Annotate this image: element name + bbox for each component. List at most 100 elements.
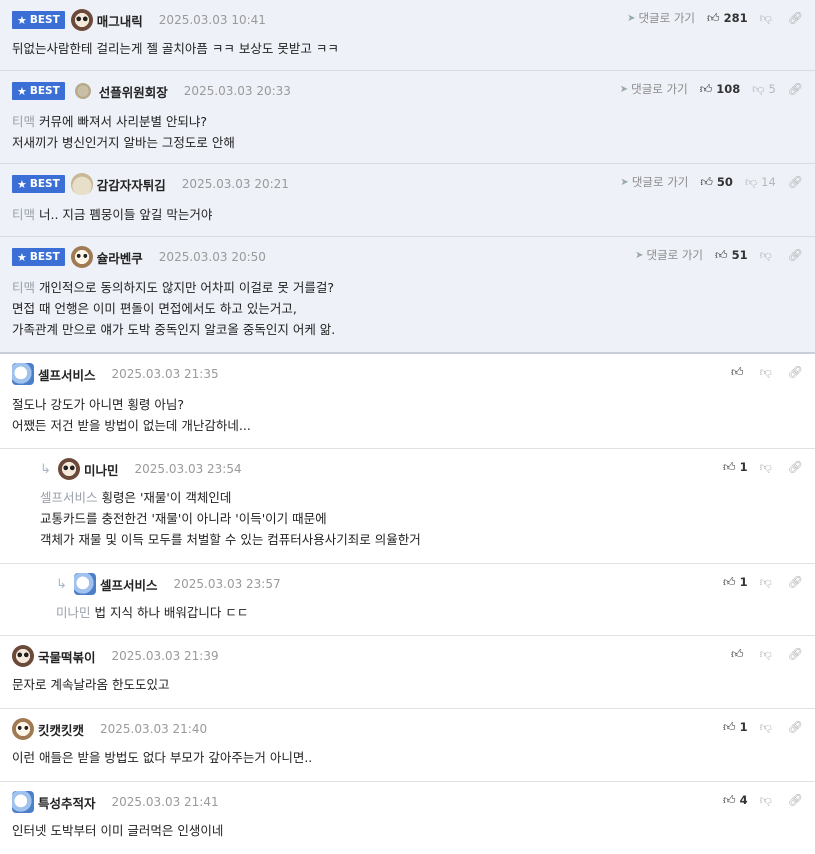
comment-text: 면접 때 언행은 이미 편돌이 면접에서도 하고 있는거고, [12,301,297,316]
nickname[interactable]: 미나민 [84,460,119,479]
comment-item: 국물떡볶이 2025.03.03 21:39 👍︎ 👎︎ 🔗︎ 문자로 계속날라옴 한도도… [0,636,815,709]
comment-date: 2025.03.03 21:41 [111,795,219,809]
best-comment: ★ BEST 매그내릭 2025.03.03 10:41 ➤ 댓글로 가기 👍︎ 281 👎︎ 🔗… [0,0,815,71]
avatar[interactable] [70,9,93,31]
goto-comment-link[interactable]: ➤ 댓글로 가기 [620,81,688,97]
link-icon[interactable]: 🔗︎ [788,175,803,189]
like-button[interactable]: 👍︎ 1 [723,460,748,475]
like-button[interactable]: 👍︎ 281 [707,11,748,26]
comment-text: 이런 애들은 받을 방법도 없다 부모가 갚아주는거 아니면.. [12,750,313,765]
thumbs-down-icon: 👎︎ [744,174,758,189]
nickname[interactable]: 특성추적자 [38,793,96,812]
comment-line: 가족관계 만으로 얘가 도박 중독인지 알코올 중독인지 어케 앎. [12,319,803,340]
dislike-button[interactable]: 👎︎ [760,720,776,735]
avatar[interactable] [70,173,93,195]
best-label: BEST [29,178,60,190]
comment-text: 횡령은 '재물'이 객체인데 [101,490,232,505]
goto-comment-link[interactable]: ➤ 댓글로 가기 [627,10,695,26]
thumbs-down-icon: 👎︎ [759,10,772,25]
like-button[interactable]: 👍︎ 1 [723,720,748,735]
comment-line: 뒤없는사람한테 걸리는게 젤 골치아픔 ㅋㅋ 보상도 못받고 ㅋㅋ [12,38,803,59]
goto-comment-link[interactable]: ➤ 댓글로 가기 [620,174,688,190]
arrow-icon: ➤ [620,176,629,188]
arrow-icon: ➤ [635,249,644,261]
link-icon[interactable]: 🔗︎ [788,793,803,807]
goto-label: 댓글로 가기 [631,175,689,189]
nickname[interactable]: 슐라벤쿠 [97,248,143,267]
comment-actions: 👍︎ 4 👎︎ 🔗︎ [723,791,803,809]
comment-text: 객체가 재물 및 이득 모두를 처벌할 수 있는 컴퓨터사용사기죄로 의율한거 [40,532,421,547]
comment-item: ↳ 미나민 2025.03.03 23:54 👍︎ 1 👎︎ 🔗︎ 셀프서비스 횡령은 '재물'… [0,449,815,564]
best-comment: ★ BEST 선플위원회장 2025.03.03 20:33 ➤ 댓글로 가기 👍︎ 108 👎… [0,71,815,164]
dislike-button[interactable]: 👎︎ [760,11,776,26]
nickname[interactable]: 국물떡볶이 [38,647,96,666]
avatar[interactable] [12,645,34,667]
dislike-button[interactable]: 👎︎ [760,248,776,263]
thumbs-up-icon: 👍︎ [700,174,713,189]
comment-text: 저새끼가 병신인거지 알바는 그정도로 안해 [12,135,235,150]
nickname[interactable]: 셀프서비스 [100,575,158,594]
comment-line: 절도나 강도가 아니면 횡령 아님? [12,394,803,415]
like-button[interactable]: 👍︎ 50 [700,175,733,190]
like-count: 1 [739,720,748,734]
comment-date: 2025.03.03 21:39 [111,649,219,663]
nickname[interactable]: 셀프서비스 [38,365,96,384]
comment-line: 저새끼가 병신인거지 알바는 그정도로 안해 [12,132,803,153]
link-icon[interactable]: 🔗︎ [788,460,803,474]
avatar[interactable] [58,458,80,480]
dislike-button[interactable]: 👎︎ 5 [752,82,776,97]
avatar[interactable] [74,573,96,595]
nickname[interactable]: 매그내릭 [97,11,143,30]
dislike-button[interactable]: 👎︎ 14 [745,175,776,190]
link-icon[interactable]: 🔗︎ [788,575,803,589]
goto-comment-link[interactable]: ➤ 댓글로 가기 [635,247,703,263]
comment-date: 2025.03.03 23:57 [173,577,281,591]
comment-line: 인터넷 도박부터 이미 글러먹은 인생이네 [12,820,803,841]
mention-tag[interactable]: 셀프서비스 [40,490,98,505]
link-icon[interactable]: 🔗︎ [788,82,803,96]
comment-text: 어쨌든 저건 받을 방법이 없는데 개난감하네... [12,418,251,433]
comment-line: 티맥 너.. 지금 폠뭉이들 앞길 막는거야 [12,204,803,225]
mention-tag[interactable]: 티맥 [12,280,35,295]
best-label: BEST [29,251,60,263]
comment-text: 문자로 계속날라옴 한도도있고 [12,677,170,692]
best-comment: ★ BEST 슐라벤쿠 2025.03.03 20:50 ➤ 댓글로 가기 👍︎ 51 👎︎ 🔗︎… [0,237,815,354]
best-comment: ★ BEST 감감자자튀김 2025.03.03 20:21 ➤ 댓글로 가기 👍︎ 50 👎︎… [0,164,815,237]
link-icon[interactable]: 🔗︎ [788,720,803,734]
link-icon[interactable]: 🔗︎ [788,248,803,262]
link-icon[interactable]: 🔗︎ [788,647,803,661]
comment-header: ★ BEST 감감자자튀김 2025.03.03 20:21 [12,173,289,195]
link-icon[interactable]: 🔗︎ [788,365,803,379]
nickname[interactable]: 감감자자튀김 [97,175,166,194]
thumbs-down-icon: 👎︎ [759,792,772,807]
dislike-count: 5 [768,82,776,96]
avatar[interactable] [74,83,91,99]
dislike-count: 14 [761,175,776,189]
mention-tag[interactable]: 티맥 [12,207,35,222]
nickname[interactable]: 선플위원회장 [99,82,168,101]
link-icon[interactable]: 🔗︎ [788,11,803,25]
mention-tag[interactable]: 미나민 [56,605,91,620]
comment-text: 절도나 강도가 아니면 횡령 아님? [12,397,185,412]
comment-header: 셀프서비스 2025.03.03 21:35 [12,363,219,385]
comment-text: 너.. 지금 폠뭉이들 앞길 막는거야 [39,207,213,222]
like-button[interactable]: 👍︎ [731,647,748,662]
comment-body: 티맥 커뮤에 빠져서 사리분별 안되냐? 저새끼가 병신인거지 알바는 그정도로 안… [12,111,803,153]
comment-line: 어쨌든 저건 받을 방법이 없는데 개난감하네... [12,415,803,436]
avatar[interactable] [12,791,34,813]
like-button[interactable]: 👍︎ 108 [700,82,741,97]
avatar[interactable] [12,363,34,385]
like-button[interactable]: 👍︎ [731,365,748,380]
avatar[interactable] [70,246,93,268]
dislike-button[interactable]: 👎︎ [760,365,776,380]
avatar[interactable] [12,718,34,740]
like-button[interactable]: 👍︎ 1 [723,575,748,590]
mention-tag[interactable]: 티맥 [12,114,35,129]
dislike-button[interactable]: 👎︎ [760,793,776,808]
like-button[interactable]: 👍︎ 51 [715,248,748,263]
dislike-button[interactable]: 👎︎ [760,575,776,590]
like-button[interactable]: 👍︎ 4 [723,793,748,808]
dislike-button[interactable]: 👎︎ [760,460,776,475]
dislike-button[interactable]: 👎︎ [760,647,776,662]
nickname[interactable]: 킷캣킷캣 [38,720,84,739]
